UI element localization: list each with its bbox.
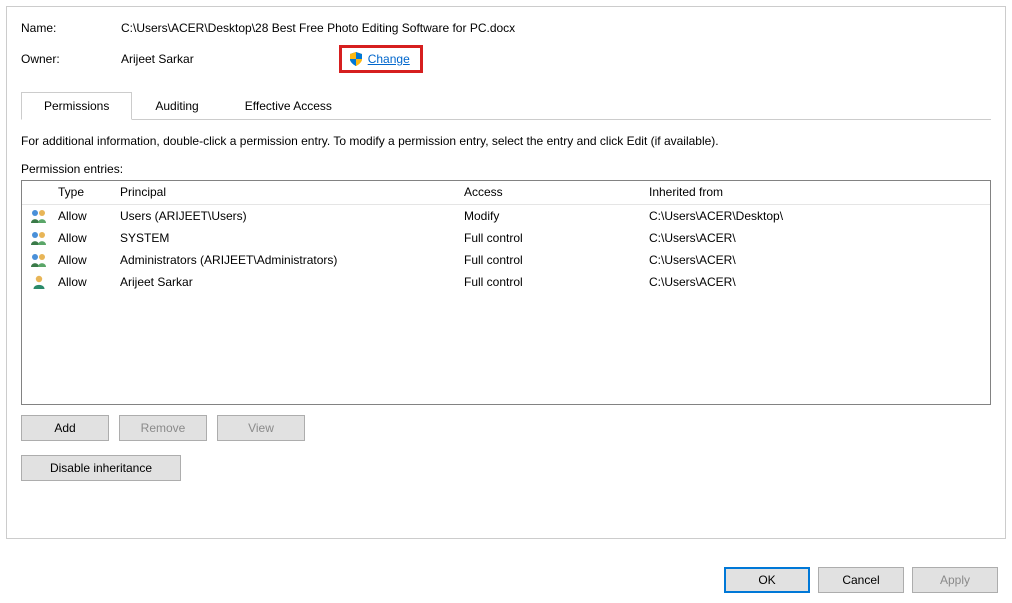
disable-inheritance-row: Disable inheritance: [21, 455, 991, 481]
change-link[interactable]: Change: [368, 52, 410, 66]
name-value: C:\Users\ACER\Desktop\28 Best Free Photo…: [121, 21, 515, 35]
tab-permissions[interactable]: Permissions: [21, 92, 132, 120]
cancel-button[interactable]: Cancel: [818, 567, 904, 593]
shield-icon: [348, 51, 364, 67]
add-button[interactable]: Add: [21, 415, 109, 441]
table-row[interactable]: AllowAdministrators (ARIJEET\Administrat…: [22, 249, 990, 271]
col-type-header[interactable]: Type: [52, 185, 114, 199]
cell-inherited: C:\Users\ACER\: [643, 275, 990, 289]
table-row[interactable]: AllowUsers (ARIJEET\Users)ModifyC:\Users…: [22, 205, 990, 227]
cell-principal: Administrators (ARIJEET\Administrators): [114, 253, 458, 267]
cell-type: Allow: [52, 209, 114, 223]
tab-auditing[interactable]: Auditing: [132, 92, 221, 120]
permission-entries-table[interactable]: Type Principal Access Inherited from All…: [21, 180, 991, 405]
ok-button[interactable]: OK: [724, 567, 810, 593]
cell-inherited: C:\Users\ACER\: [643, 231, 990, 245]
cell-type: Allow: [52, 253, 114, 267]
name-label: Name:: [21, 21, 121, 35]
owner-label: Owner:: [21, 52, 121, 66]
security-dialog: Name: C:\Users\ACER\Desktop\28 Best Free…: [6, 6, 1006, 539]
cell-principal: Users (ARIJEET\Users): [114, 209, 458, 223]
group-icon: [22, 230, 52, 246]
group-icon: [22, 208, 52, 224]
table-row[interactable]: AllowSYSTEMFull controlC:\Users\ACER\: [22, 227, 990, 249]
cell-inherited: C:\Users\ACER\: [643, 253, 990, 267]
owner-value: Arijeet Sarkar: [121, 52, 194, 66]
cell-access: Modify: [458, 209, 643, 223]
entries-body: AllowUsers (ARIJEET\Users)ModifyC:\Users…: [22, 205, 990, 293]
cell-principal: Arijeet Sarkar: [114, 275, 458, 289]
tabs: Permissions Auditing Effective Access: [21, 91, 991, 120]
col-inherited-header[interactable]: Inherited from: [643, 185, 990, 199]
col-icon-header: [22, 185, 52, 199]
table-header: Type Principal Access Inherited from: [22, 181, 990, 205]
name-row: Name: C:\Users\ACER\Desktop\28 Best Free…: [21, 21, 991, 35]
owner-row: Owner: Arijeet Sarkar Change: [21, 45, 991, 73]
disable-inheritance-button[interactable]: Disable inheritance: [21, 455, 181, 481]
cell-type: Allow: [52, 275, 114, 289]
col-access-header[interactable]: Access: [458, 185, 643, 199]
bottom-buttons: OK Cancel Apply: [724, 567, 998, 593]
cell-access: Full control: [458, 275, 643, 289]
action-buttons: Add Remove View: [21, 415, 991, 441]
cell-principal: SYSTEM: [114, 231, 458, 245]
col-principal-header[interactable]: Principal: [114, 185, 458, 199]
entries-label: Permission entries:: [21, 162, 991, 176]
apply-button: Apply: [912, 567, 998, 593]
cell-type: Allow: [52, 231, 114, 245]
tab-effective-access[interactable]: Effective Access: [222, 92, 355, 120]
cell-access: Full control: [458, 231, 643, 245]
info-text: For additional information, double-click…: [21, 134, 991, 148]
user-icon: [22, 274, 52, 290]
view-button: View: [217, 415, 305, 441]
group-icon: [22, 252, 52, 268]
change-highlight: Change: [339, 45, 423, 73]
remove-button: Remove: [119, 415, 207, 441]
table-row[interactable]: AllowArijeet SarkarFull controlC:\Users\…: [22, 271, 990, 293]
cell-inherited: C:\Users\ACER\Desktop\: [643, 209, 990, 223]
cell-access: Full control: [458, 253, 643, 267]
